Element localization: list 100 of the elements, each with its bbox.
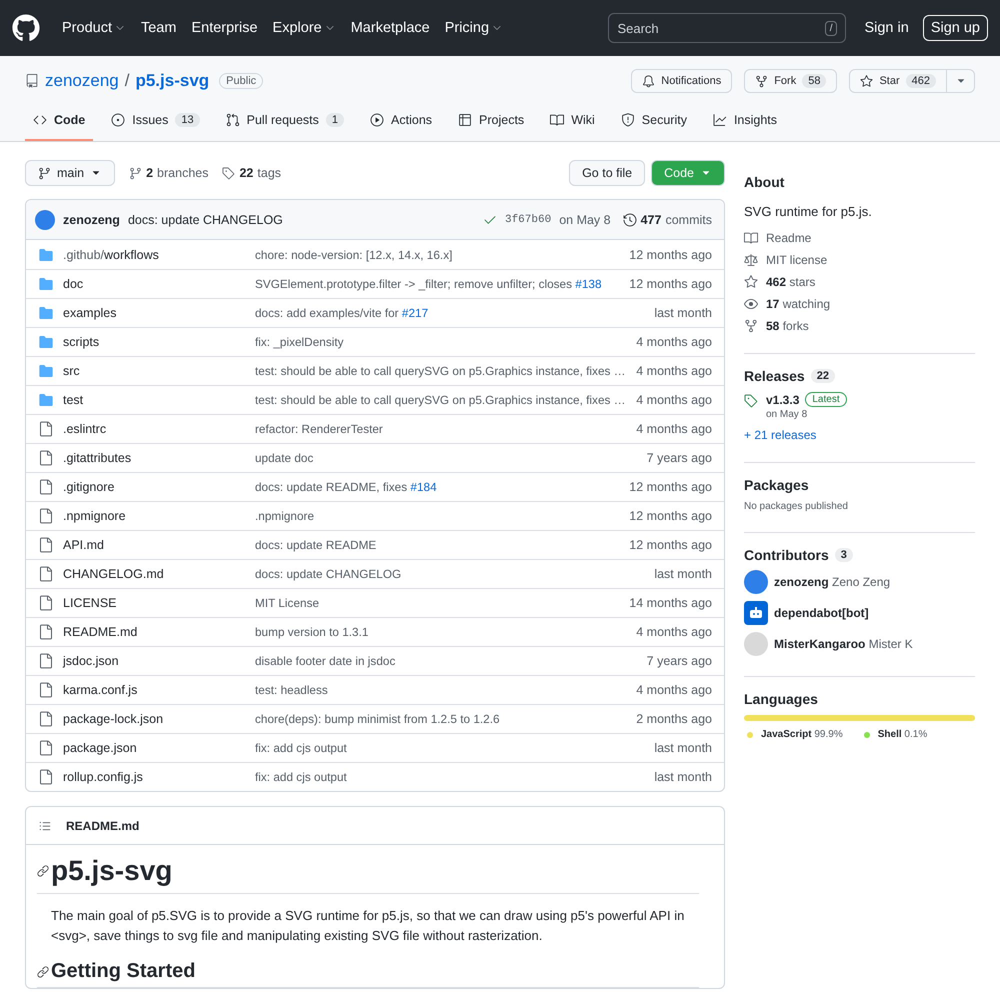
file-link[interactable]: .gitignore <box>63 480 255 494</box>
repo-tab[interactable]: Insights <box>704 105 786 141</box>
repo-tab[interactable]: Actions <box>362 105 440 141</box>
file-link[interactable]: rollup.config.js <box>63 770 255 784</box>
commit-message[interactable]: docs: update README, fixes #184 <box>255 480 624 494</box>
file-link[interactable]: README.md <box>63 625 255 639</box>
counter: 58 <box>802 74 826 88</box>
commit-message[interactable]: docs: update README <box>255 538 624 552</box>
counter: 1 <box>326 113 344 127</box>
file-link[interactable]: CHANGELOG.md <box>63 567 255 581</box>
commit-message[interactable]: bump version to 1.3.1 <box>255 625 624 639</box>
folder-link[interactable]: test <box>63 393 255 407</box>
commit-date: on May 8 <box>559 212 611 226</box>
contributor-name[interactable]: zenozeng Zeno Zeng <box>774 575 890 589</box>
avatar[interactable] <box>35 210 55 230</box>
octocat-logo[interactable] <box>12 14 40 42</box>
repo-owner-link[interactable]: zenozeng <box>45 71 119 91</box>
commit-message[interactable]: SVGElement.prototype.filter -> _filter; remove unfilter; closes #138 <box>255 277 624 291</box>
branch-button[interactable]: main <box>25 160 116 186</box>
file-link[interactable]: .eslintrc <box>63 422 255 436</box>
commit-message[interactable]: test: headless <box>255 683 624 697</box>
commit-message[interactable]: refactor: RendererTester <box>255 422 624 436</box>
folder-link[interactable]: doc <box>63 277 255 291</box>
commit-message[interactable]: update doc <box>255 451 624 465</box>
nav-link[interactable]: Enterprise <box>191 20 258 36</box>
notifications-button[interactable]: Notifications <box>631 69 732 93</box>
avatar[interactable] <box>744 570 768 594</box>
link-icon[interactable] <box>37 865 49 877</box>
nav-link[interactable]: Explore <box>272 20 336 36</box>
commit-time: 4 months ago <box>635 683 712 697</box>
commit-message[interactable]: fix: add cjs output <box>255 770 624 784</box>
file-link[interactable]: package-lock.json <box>63 712 255 726</box>
commit-time: 4 months ago <box>635 335 712 349</box>
commit-message[interactable]: chore(deps): bump minimist from 1.2.5 to 1.2.6 <box>255 712 624 726</box>
nav-link[interactable]: Product <box>62 20 126 36</box>
language-item[interactable]: JavaScript 99.9% <box>744 729 843 740</box>
file-link[interactable]: API.md <box>63 538 255 552</box>
commit-time: 14 months ago <box>628 596 712 610</box>
about-link[interactable]: 58 forks <box>744 319 975 333</box>
fork-button[interactable]: Fork 58 <box>744 69 838 93</box>
commit-message[interactable]: docs: update CHANGELOG <box>128 212 283 226</box>
repo-tab[interactable]: Issues 13 <box>103 105 208 141</box>
sign-up-button[interactable]: Sign up <box>922 15 988 41</box>
repo-tab[interactable]: Pull requests 1 <box>218 105 352 141</box>
more-releases-link[interactable]: + 21 releases <box>744 428 975 442</box>
commit-message[interactable]: test: should be able to call querySVG on p5.Graphics instance, fixes … <box>255 364 624 378</box>
file-link[interactable]: karma.conf.js <box>63 683 255 697</box>
visibility-label: Public <box>219 73 264 89</box>
commits-link[interactable]: 477 commits <box>640 212 712 226</box>
issue-link[interactable]: #217 <box>402 306 428 320</box>
section-title: Packages <box>744 477 810 493</box>
repo-tab[interactable]: Code <box>25 105 94 141</box>
commit-message[interactable]: docs: update CHANGELOG <box>255 567 624 581</box>
branch-icon <box>129 166 142 180</box>
commit-message[interactable]: chore: node-version: [12.x, 14.x, 16.x] <box>255 248 624 262</box>
folder-link[interactable]: src <box>63 364 255 378</box>
file-link[interactable]: LICENSE <box>63 596 255 610</box>
file-link[interactable]: .gitattributes <box>63 451 255 465</box>
search-field[interactable]: Search / <box>608 13 846 43</box>
commit-time: 4 months ago <box>635 393 712 407</box>
commit-message[interactable]: docs: add examples/vite for #217 <box>255 306 624 320</box>
file-link[interactable]: .npmignore <box>63 509 255 523</box>
link-icon[interactable] <box>37 966 49 978</box>
issue-link[interactable]: #138 <box>575 277 602 291</box>
about-link[interactable]: MIT license <box>744 253 975 267</box>
folder-link[interactable]: examples <box>63 306 255 320</box>
go-to-file-button[interactable]: Go to file <box>569 160 646 186</box>
about-link[interactable]: Readme <box>744 231 975 245</box>
about-link[interactable]: 17 watching <box>744 297 975 311</box>
about-link[interactable]: 462 stars <box>744 275 975 289</box>
repo-tab[interactable]: Security <box>612 105 695 141</box>
folder-link[interactable]: .github/workflows <box>63 248 255 262</box>
repo-name-link[interactable]: p5.js-svg <box>135 71 210 91</box>
folder-link[interactable]: scripts <box>63 335 255 349</box>
sign-in-link[interactable]: Sign in <box>864 20 909 36</box>
nav-link[interactable]: Pricing <box>444 20 504 36</box>
issue-link[interactable]: #184 <box>410 480 437 494</box>
commit-author[interactable]: zenozeng <box>63 212 120 226</box>
fork-icon <box>744 319 758 333</box>
repo-tab[interactable]: Projects <box>450 105 532 141</box>
tags-link[interactable]: 22 tags <box>222 166 282 180</box>
commit-message[interactable]: MIT License <box>255 596 624 610</box>
commit-message[interactable]: fix: add cjs output <box>255 741 624 755</box>
commit-message[interactable]: test: should be able to call querySVG on p5.Graphics instance, fixes … <box>255 393 624 407</box>
commit-message[interactable]: .npmignore <box>255 509 624 523</box>
commit-message[interactable]: disable footer date in jsdoc <box>255 654 624 668</box>
commit-sha[interactable]: 3f67b60 <box>504 214 552 226</box>
file-link[interactable]: package.json <box>63 741 255 755</box>
star-button[interactable]: Star 462 <box>849 69 947 93</box>
language-item[interactable]: Shell 0.1% <box>860 729 928 740</box>
repo-tab[interactable]: Wiki <box>542 105 603 141</box>
nav-link[interactable]: Marketplace <box>350 20 430 36</box>
nav-link[interactable]: Team <box>140 20 176 36</box>
contributor-name[interactable]: dependabot[bot] <box>774 606 869 620</box>
contributor-name[interactable]: MisterKangaroo Mister K <box>774 637 913 651</box>
robot-avatar[interactable] <box>744 601 768 625</box>
release-version[interactable]: v1.3.3 <box>766 392 800 406</box>
commit-message[interactable]: fix: _pixelDensity <box>255 335 624 349</box>
file-link[interactable]: jsdoc.json <box>63 654 255 668</box>
branches-link[interactable]: 2 branches <box>129 166 208 180</box>
